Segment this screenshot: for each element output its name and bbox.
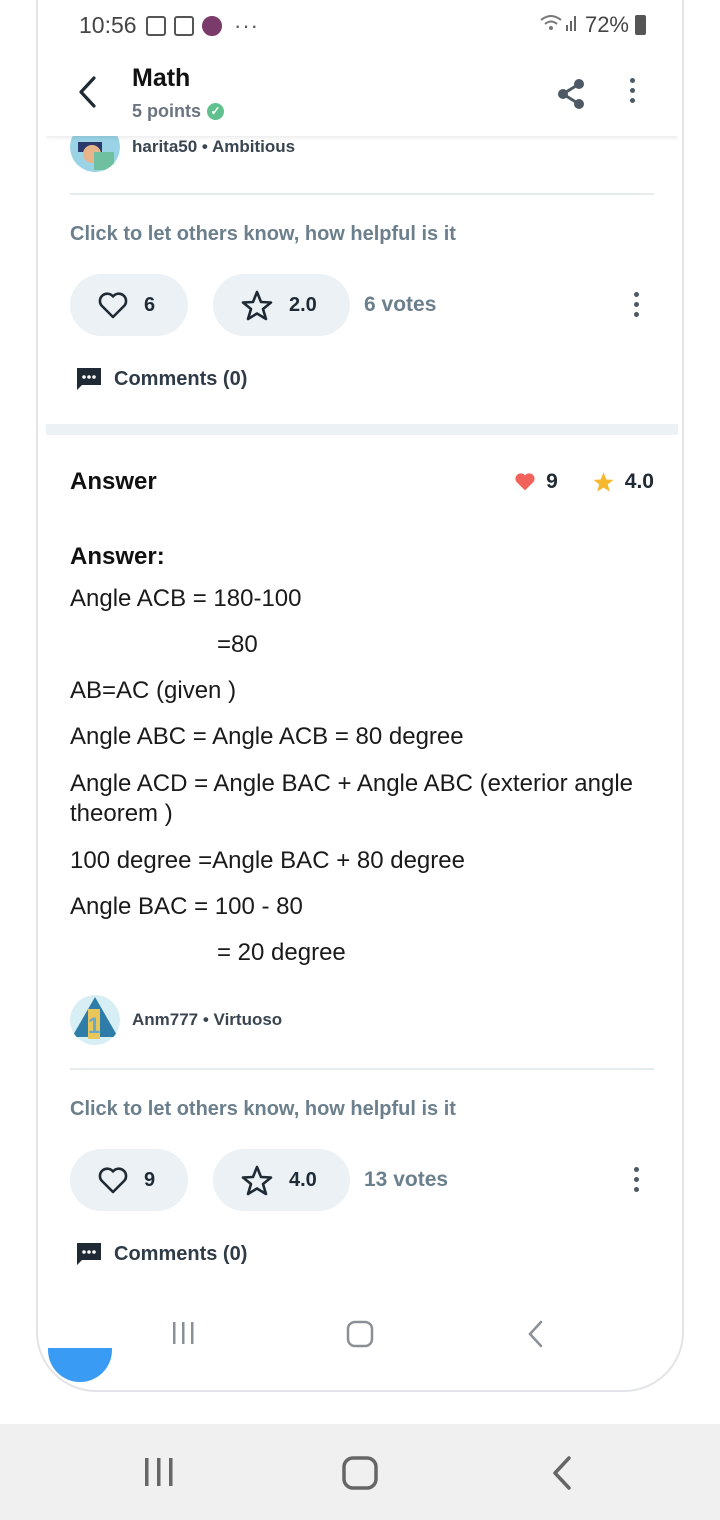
answer-author[interactable]: 1 Anm777 • Virtuoso [70, 995, 282, 1045]
answer-more-button[interactable] [630, 1167, 642, 1192]
answer-like-count: 9 [546, 470, 558, 493]
answer-line: AB=AC (given ) [70, 677, 237, 704]
rate-button[interactable]: 2.0 [213, 274, 350, 336]
answer-line: Angle BAC = 100 - 80 [70, 893, 303, 920]
wifi-icon [539, 13, 579, 38]
answer-rating: 4.0 [624, 470, 654, 493]
heart-outline-icon [98, 1166, 128, 1193]
notification-icons: ··· [146, 13, 259, 39]
gallery-notification-icon [174, 16, 194, 36]
back-arrow-icon [528, 1320, 543, 1348]
heart-icon [515, 473, 535, 491]
svg-text:1: 1 [88, 1013, 100, 1038]
back-arrow-icon [553, 1456, 571, 1490]
inner-navigation-bar [46, 1300, 678, 1368]
home-button[interactable] [346, 1320, 374, 1353]
comments-label: Comments (0) [114, 367, 248, 390]
status-bar: 10:56 ··· 72% [46, 0, 678, 52]
answer-line: Angle ACD = Angle BAC + Angle ABC (exter… [70, 770, 634, 827]
home-icon [346, 1320, 374, 1348]
comments-link[interactable]: Comments (0) [76, 367, 247, 391]
like-button[interactable]: 9 [70, 1149, 188, 1211]
like-count: 9 [144, 1168, 156, 1191]
device-back-button[interactable] [550, 1456, 574, 1495]
verified-check-icon: ✓ [207, 103, 225, 120]
phone-frame: 10:56 ··· 72% Math 5 points ✓ harita50 •… [36, 0, 684, 1392]
app-header: Math 5 points ✓ [46, 52, 678, 136]
helpful-prompt: Click to let others know, how helpful is… [70, 223, 456, 245]
more-notifications-icon: ··· [234, 13, 259, 38]
answer-heading: Answer: [70, 543, 165, 570]
recent-apps-icon [145, 1458, 173, 1486]
divider [70, 193, 654, 195]
answer-line: Angle ABC = Angle ACB = 80 degree [70, 723, 464, 750]
battery-icon [635, 15, 646, 35]
recent-apps-button[interactable] [170, 1320, 196, 1351]
floating-button-edge [48, 1348, 112, 1382]
rating-value: 2.0 [289, 293, 317, 316]
comment-icon [77, 368, 101, 390]
device-recent-apps-button[interactable] [142, 1456, 176, 1493]
share-icon [558, 79, 584, 109]
more-options-button[interactable] [626, 78, 638, 110]
share-button[interactable] [556, 78, 586, 110]
device-home-button[interactable] [342, 1456, 378, 1495]
star-icon [593, 472, 614, 492]
answer-line: Angle ACB = 180-100 [70, 585, 302, 612]
chevron-left-icon [79, 76, 96, 108]
app-notification-icon [202, 16, 222, 36]
answer-body: Answer: Angle ACB = 180-100 =80 AB=AC (g… [70, 543, 670, 985]
divider [70, 1068, 654, 1070]
comments-label: Comments (0) [114, 1242, 248, 1265]
battery-percent: 72% [584, 12, 629, 37]
avatar: 1 [70, 995, 120, 1045]
star-outline-icon [241, 290, 273, 320]
answer-title: Answer [70, 468, 157, 495]
answer-line: 100 degree =Angle BAC + 80 degree [70, 847, 465, 874]
home-icon [342, 1456, 378, 1490]
like-count: 6 [144, 293, 156, 316]
answer-line: = 20 degree [217, 939, 346, 966]
image-notification-icon [146, 16, 166, 36]
author-label: harita50 • Ambitious [132, 137, 296, 156]
recent-apps-icon [173, 1322, 194, 1344]
star-outline-icon [241, 1165, 273, 1195]
back-button[interactable] [74, 74, 106, 114]
author-label: Anm777 • Virtuoso [132, 1010, 283, 1029]
helpful-prompt: Click to let others know, how helpful is… [70, 1098, 456, 1120]
answer-more-button[interactable] [630, 292, 642, 317]
votes-count: 6 votes [364, 293, 437, 316]
points-label: 5 points ✓ [132, 101, 225, 122]
answer-stats: 9 4.0 [514, 470, 654, 494]
comment-icon [77, 1243, 101, 1265]
votes-count: 13 votes [364, 1168, 449, 1191]
status-time: 10:56 [79, 12, 137, 38]
heart-outline-icon [98, 291, 128, 318]
section-separator [46, 424, 678, 435]
answer-line: =80 [217, 631, 258, 658]
like-button[interactable]: 6 [70, 274, 188, 336]
device-navigation-bar [0, 1424, 720, 1520]
nav-back-button[interactable] [526, 1320, 546, 1353]
rate-button[interactable]: 4.0 [213, 1149, 350, 1211]
comments-link[interactable]: Comments (0) [76, 1242, 247, 1266]
app-screen: 10:56 ··· 72% Math 5 points ✓ harita50 •… [46, 0, 678, 1368]
page-title: Math [132, 64, 191, 92]
points-text: 5 points [132, 101, 202, 121]
status-right: 72% [539, 12, 646, 38]
rating-value: 4.0 [289, 1168, 317, 1191]
